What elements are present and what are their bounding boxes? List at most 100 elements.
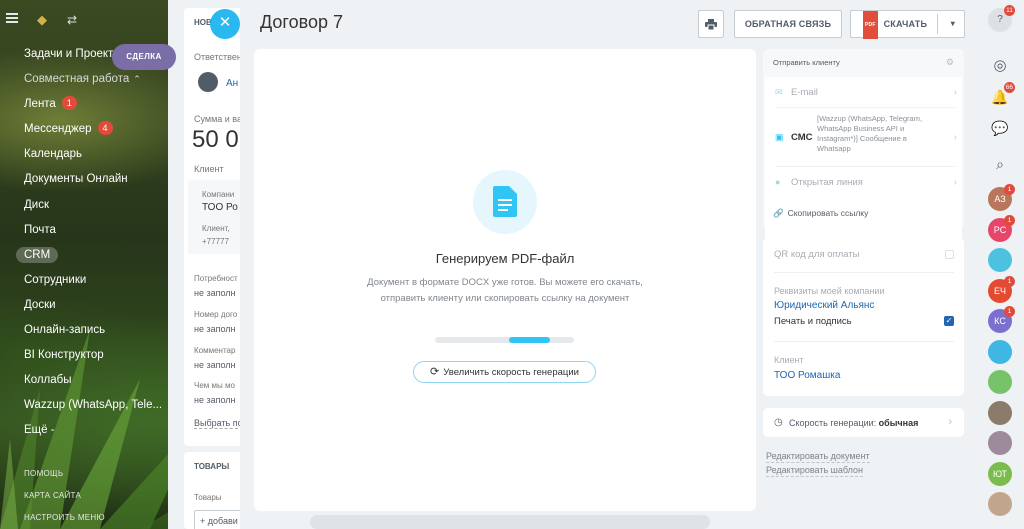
user-avatar[interactable] [988,339,1012,364]
copy-link-button[interactable]: 🔗 Скопировать ссылку [773,208,868,219]
responsible-name[interactable]: Ан [226,78,238,89]
contract-label: Номер дого [194,310,238,319]
sidebar-item-label: Календарь [24,148,83,161]
search-button[interactable]: ⌕ [988,152,1012,176]
chevron-right-icon: › [948,416,952,428]
stamp-signature-label: Печать и подпись [774,316,852,327]
channel-email[interactable]: ✉ E-mail › [775,87,957,98]
user-avatar[interactable]: ЮТ [988,461,1012,486]
portal-logo-icon[interactable]: ◆ [37,12,47,28]
sidebar-item-12[interactable]: BI Конструктор [0,343,168,368]
link-icon: 🔗 [773,208,784,218]
avatar-badge: 1 [1004,306,1015,317]
mail-icon: ✉ [775,87,783,97]
speedup-icon: ⟳ [430,366,440,378]
chevron-up-icon: ⌃ [133,74,141,85]
stamp-signature-checkbox[interactable]: ✓ [944,316,954,326]
user-avatar[interactable] [988,400,1012,425]
hamburger-menu-icon[interactable] [6,13,18,23]
avatar-badge: 1 [1004,275,1015,287]
sidebar-item-label: Задачи и Проекты [24,48,122,60]
sidebar-item-6[interactable]: Диск [0,193,168,218]
sidebar-item-9[interactable]: Сотрудники [0,268,168,293]
qr-code-checkbox[interactable] [945,250,954,259]
sidebar-bottom-link-0[interactable]: ПОМОЩЬ [24,463,105,485]
responsible-avatar[interactable] [198,72,218,92]
document-icon [473,170,537,234]
avatar-badge: 1 [1004,214,1015,226]
download-label: СКАЧАТЬ [883,19,928,29]
sidebar-item-label: Доски [24,298,56,311]
sidebar-item-1[interactable]: Совместная работа ⌃ [0,67,168,92]
avatar-initials: ЕЧ [993,285,1006,296]
add-goods-button[interactable]: + добави [194,510,244,529]
user-avatar[interactable] [988,248,1012,272]
client-label: Клиент [194,164,224,174]
sidebar-item-label: Почта [24,223,56,236]
help-badge: 11 [1004,5,1015,16]
scroll-shadow [310,515,710,529]
document-slider: Договор 7 ОБРАТНАЯ СВЯЗЬ PDF СКАЧАТЬ ▾ Ге… [240,0,976,529]
user-avatar[interactable]: КС 1 [988,306,1015,333]
avatar-initials: КС [994,316,1006,326]
deal-card-fragment: НОВ Ответствен Ан Сумма и ва 50 0 Клиент… [184,0,244,529]
email-label: E-mail [791,87,818,98]
user-avatar[interactable] [988,492,1012,516]
sidebar-bottom-link-1[interactable]: КАРТА САЙТА [24,485,105,507]
feedback-button[interactable]: ОБРАТНАЯ СВЯЗЬ [734,10,842,38]
printer-icon [705,19,717,31]
channel-sms[interactable]: ▣ СМС [Wazzup (WhatsApp, Telegram, WhatsAp… [775,114,957,153]
sidebar-item-label: Мессенджер [24,123,92,136]
generation-panel: Генерируем PDF-файл Документ в формате D… [254,49,756,511]
choose-field-link[interactable]: Выбрать по [194,418,243,429]
search-icon: ⌕ [996,156,1004,172]
sidebar-item-label: Онлайн-запись [24,324,106,337]
sidebar-item-10[interactable]: Доски [0,293,168,318]
speed-label: Скорость генерации: [789,418,877,428]
chat-bubble-icon: 💬 [991,120,1009,136]
sidebar-item-11[interactable]: Онлайн-запись [0,318,168,343]
my-company-link[interactable]: Юридический Альянс [774,300,874,311]
deal-tag-label[interactable]: СДЕЛКА [112,44,176,70]
sidebar-item-label: Лента [24,98,56,111]
notifications-button[interactable]: 🔔 66 [988,82,1015,109]
print-button[interactable] [698,10,724,38]
channel-open-line[interactable]: ● Открытая линия › [775,177,957,188]
sidebar-item-13[interactable]: Коллабы [0,368,168,393]
sidebar-item-14[interactable]: Wazzup (WhatsApp, Tele... [0,393,168,418]
chevron-down-icon[interactable]: ▾ [951,11,955,37]
sidebar-item-7[interactable]: Почта [0,218,168,243]
close-slider-button[interactable]: ✕ [210,9,240,39]
speedometer-icon: ◷ [774,417,783,428]
sidebar-item-3[interactable]: Мессенджер 4 [0,117,168,142]
speedup-generation-button[interactable]: ⟳ Увеличить скорость генерации [413,361,596,383]
pdf-badge-icon: PDF [863,11,878,39]
generation-title: Генерируем PDF-файл [435,251,575,266]
sidebar-item-2[interactable]: Лента 1 [0,92,168,117]
copilot-button[interactable]: ◎ [988,54,1012,78]
help-button[interactable]: ? 11 [988,5,1015,32]
edit-document-link[interactable]: Редактировать документ [766,451,870,463]
gear-icon[interactable]: ⚙ [946,57,954,68]
sidebar-item-8[interactable]: CRM [0,243,168,268]
client-company-link[interactable]: ТОО Ромашка [774,370,840,381]
download-button[interactable]: PDF СКАЧАТЬ ▾ [850,10,965,39]
user-avatar[interactable]: ЕЧ 1 [988,275,1015,303]
sidebar-item-5[interactable]: Документы Онлайн [0,167,168,192]
sidebar-item-label: Ещё - [24,424,55,437]
open-line-icon: ● [775,177,781,187]
sidebar-bottom-link-2[interactable]: НАСТРОИТЬ МЕНЮ [24,507,105,529]
company-name[interactable]: ТОО Ро [202,202,238,213]
edit-template-link[interactable]: Редактировать шаблон [766,465,863,477]
sidebar-item-4[interactable]: Календарь [0,142,168,167]
messenger-button[interactable]: 💬 [988,116,1012,140]
user-avatar[interactable]: АЗ 1 [988,184,1015,211]
swap-arrows-icon[interactable]: ⇄ [67,13,77,27]
send-panel-header: Отправить клиенту [773,58,840,67]
goods-tab[interactable]: ТОВАРЫ [194,462,229,471]
user-avatar[interactable] [988,370,1012,394]
user-avatar[interactable] [988,431,1012,455]
user-avatar[interactable]: РС 1 [988,214,1015,242]
generation-speed-panel[interactable]: ◷ Скорость генерации: обычная › [763,408,964,437]
sidebar-item-15[interactable]: Ещё - [0,418,168,443]
